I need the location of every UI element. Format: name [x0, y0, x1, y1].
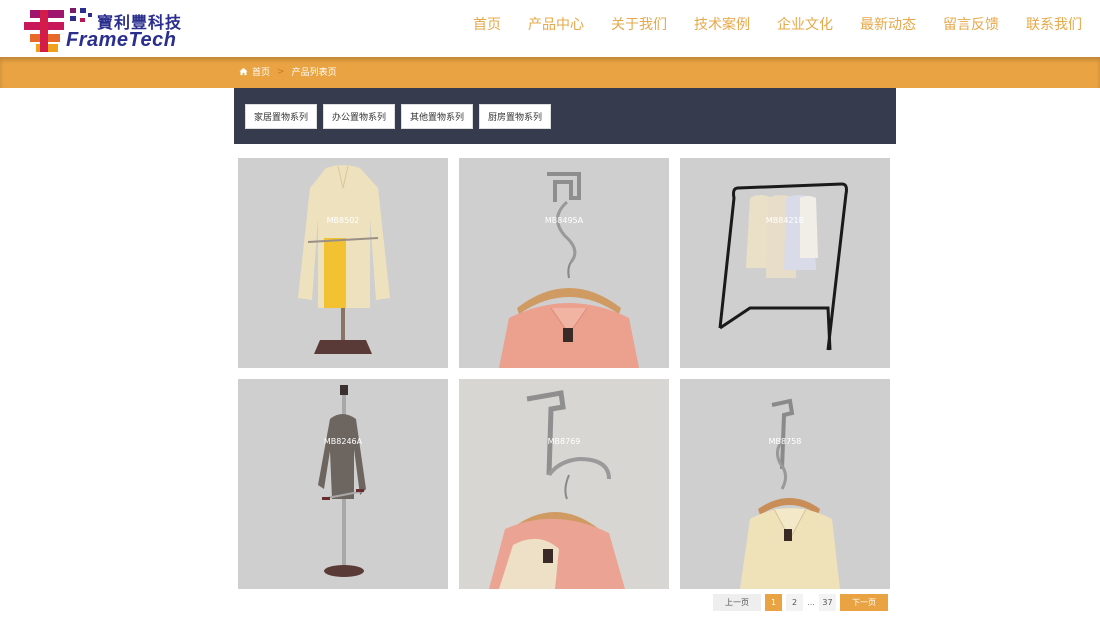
- pagination-ellipsis: ...: [807, 598, 815, 607]
- product-code: MB8769: [547, 437, 581, 446]
- product-code: MB8502: [326, 216, 360, 225]
- nav-item-cases[interactable]: 技术案例: [694, 14, 750, 34]
- pagination: 上一页 1 2 ... 37 下一页: [713, 594, 888, 611]
- nav-item-feedback[interactable]: 留言反馈: [943, 14, 999, 34]
- site-header: 寶利豐科技 FrameTech 首页 产品中心 关于我们 技术案例 企业文化 最…: [0, 0, 1100, 57]
- breadcrumb-band: 首页 > 产品列表页: [0, 57, 1100, 88]
- product-image: [718, 182, 848, 351]
- product-card[interactable]: MB8758: [680, 379, 890, 589]
- product-card[interactable]: MB8246A: [238, 379, 448, 589]
- page-button-2[interactable]: 2: [786, 594, 803, 611]
- product-card[interactable]: MB8421B: [680, 158, 890, 368]
- product-grid: MB8502 MB8495A MB8421B MB8246A MB8769 MB…: [238, 158, 890, 589]
- category-button-other[interactable]: 其他置物系列: [401, 104, 474, 129]
- nav-item-products[interactable]: 产品中心: [528, 14, 584, 34]
- product-image: [298, 165, 390, 354]
- product-image: [318, 385, 366, 577]
- product-code: MB8758: [768, 437, 802, 446]
- category-filter-bar: 家居置物系列 办公置物系列 其他置物系列 厨房置物系列: [234, 88, 896, 144]
- product-image: [499, 172, 639, 368]
- category-button-home[interactable]: 家居置物系列: [245, 104, 318, 129]
- product-code: MB8421B: [765, 216, 805, 225]
- product-image: [459, 379, 669, 589]
- breadcrumb-home-link[interactable]: 首页: [252, 65, 270, 78]
- breadcrumb: 首页 > 产品列表页: [239, 65, 337, 78]
- product-card[interactable]: MB8769: [459, 379, 669, 589]
- category-button-office[interactable]: 办公置物系列: [323, 104, 396, 129]
- brand-name-en: FrameTech: [66, 29, 177, 51]
- nav-item-culture[interactable]: 企业文化: [777, 14, 833, 34]
- nav-item-contact[interactable]: 联系我们: [1026, 14, 1082, 34]
- product-code: MB8246A: [323, 437, 363, 446]
- nav-item-home[interactable]: 首页: [473, 14, 501, 34]
- category-list: 家居置物系列 办公置物系列 其他置物系列 厨房置物系列: [245, 104, 552, 129]
- category-button-kitchen[interactable]: 厨房置物系列: [479, 104, 552, 129]
- breadcrumb-current: 产品列表页: [291, 68, 337, 78]
- product-image: [740, 398, 840, 589]
- home-icon: [239, 67, 248, 76]
- prev-page-button[interactable]: 上一页: [713, 594, 761, 611]
- next-page-button[interactable]: 下一页: [840, 594, 888, 611]
- page-button-1[interactable]: 1: [765, 594, 782, 611]
- main-nav: 首页 产品中心 关于我们 技术案例 企业文化 最新动态 留言反馈 联系我们: [473, 14, 1082, 34]
- product-card[interactable]: MB8495A: [459, 158, 669, 368]
- breadcrumb-separator: >: [277, 66, 285, 77]
- page-button-last[interactable]: 37: [819, 594, 836, 611]
- nav-item-about[interactable]: 关于我们: [611, 14, 667, 34]
- product-card[interactable]: MB8502: [238, 158, 448, 368]
- brand-logo[interactable]: 寶利豐科技 FrameTech: [22, 4, 182, 56]
- product-code: MB8495A: [544, 216, 584, 225]
- nav-item-news[interactable]: 最新动态: [860, 14, 916, 34]
